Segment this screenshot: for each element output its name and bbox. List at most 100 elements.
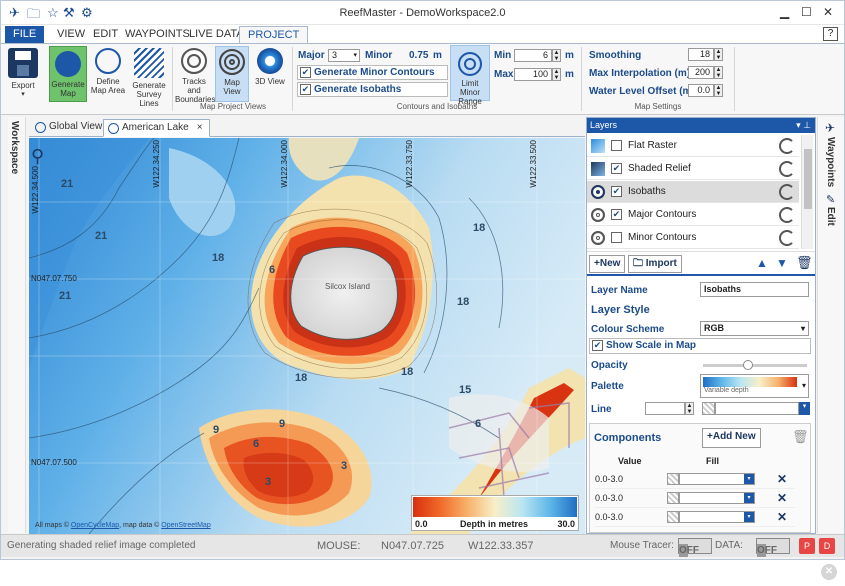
remove-component-icon[interactable]: ✕ bbox=[777, 508, 787, 527]
target-arrow-icon bbox=[95, 48, 121, 74]
max-spinner[interactable]: ▲ ▼ bbox=[552, 68, 561, 81]
fill-select[interactable]: ▾ bbox=[679, 492, 755, 504]
layer-row-flat-raster[interactable]: Flat Raster bbox=[587, 135, 799, 157]
move-up-icon[interactable]: ▲ bbox=[756, 256, 768, 270]
major-select[interactable]: 3 ▾ bbox=[328, 49, 360, 62]
mouse-lon: W122.33.357 bbox=[468, 540, 534, 552]
layer-checkbox[interactable] bbox=[611, 232, 622, 243]
import-layer-button[interactable]: 🗀 Import bbox=[628, 255, 682, 273]
limit-minor-range-button[interactable]: Limit Minor Range bbox=[450, 45, 490, 106]
colour-scheme-select[interactable]: RGB ▾ bbox=[700, 321, 809, 336]
generate-survey-lines-button[interactable]: Generate Survey Lines bbox=[129, 46, 169, 108]
water-offset-input[interactable]: 0.0 bbox=[688, 84, 714, 97]
layer-row-minor-contours[interactable]: Minor Contours bbox=[587, 227, 799, 249]
generate-minor-contours-checkbox[interactable]: ✔ Generate Minor Contours bbox=[297, 65, 448, 80]
mouse-tracer-toggle[interactable]: OFF bbox=[678, 538, 712, 557]
fill-swatch[interactable] bbox=[667, 492, 679, 504]
new-layer-button[interactable]: +New bbox=[589, 255, 626, 273]
opencyclemap-link[interactable]: OpenCycleMap bbox=[71, 522, 119, 529]
menu-file[interactable]: FILE bbox=[5, 26, 45, 43]
bathymetry-map[interactable] bbox=[29, 138, 585, 534]
layer-checkbox[interactable] bbox=[611, 140, 622, 151]
export-button[interactable]: Export ▾ bbox=[6, 46, 40, 102]
line-style-dropdown[interactable]: ▾ bbox=[799, 402, 810, 415]
layers-scrollbar[interactable] bbox=[801, 135, 813, 249]
max-input[interactable]: 100 bbox=[514, 68, 552, 81]
move-down-icon[interactable]: ▼ bbox=[776, 256, 788, 270]
remove-component-icon[interactable]: ✕ bbox=[777, 489, 787, 508]
layer-row-shaded-relief[interactable]: ✔ Shaded Relief bbox=[587, 158, 799, 180]
refresh-icon[interactable] bbox=[779, 161, 795, 177]
workspace-strip[interactable]: Workspace bbox=[8, 117, 26, 533]
line-style-select[interactable] bbox=[715, 402, 799, 415]
menu-project[interactable]: PROJECT bbox=[239, 26, 309, 43]
max-interpolation-input[interactable]: 200 bbox=[688, 66, 714, 79]
tab-american-lake[interactable]: American Lake × bbox=[103, 119, 210, 137]
delete-component-icon[interactable]: 🗑 bbox=[792, 429, 809, 445]
close-circle-icon[interactable]: ✕ bbox=[821, 564, 837, 580]
tracks-icon bbox=[181, 48, 207, 74]
generate-isobaths-checkbox[interactable]: ✔ Generate Isobaths bbox=[297, 82, 448, 97]
fill-select[interactable]: ▾ bbox=[679, 511, 755, 523]
edit-tab[interactable]: Edit bbox=[825, 207, 836, 226]
define-map-area-button[interactable]: Define Map Area bbox=[89, 46, 127, 102]
opacity-slider-thumb[interactable] bbox=[743, 360, 753, 370]
tab-global-view[interactable]: Global View bbox=[31, 119, 108, 137]
panel-pin-icon[interactable]: ▾ ⊥ bbox=[796, 118, 811, 133]
fill-select[interactable]: ▾ bbox=[679, 473, 755, 485]
generate-map-button[interactable]: Generate Map bbox=[49, 46, 87, 102]
line-width-spinner[interactable]: ▲ ▼ bbox=[685, 402, 694, 415]
component-row[interactable]: 0.0-3.0 ▾ ✕ bbox=[595, 470, 795, 489]
minor-value: 0.75 bbox=[409, 50, 429, 61]
min-spinner[interactable]: ▲ ▼ bbox=[552, 49, 561, 62]
layer-checkbox[interactable]: ✔ bbox=[611, 163, 622, 174]
water-offset-spinner[interactable]: ▲ ▼ bbox=[714, 84, 723, 97]
refresh-icon[interactable] bbox=[779, 138, 795, 154]
refresh-icon[interactable] bbox=[779, 230, 795, 246]
depth-label: 18 bbox=[401, 366, 414, 378]
waypoints-tab[interactable]: Waypoints bbox=[825, 137, 836, 187]
line-color-swatch[interactable] bbox=[702, 402, 715, 415]
map-view-button[interactable]: Map View bbox=[215, 46, 249, 102]
maximize-button[interactable]: ☐ bbox=[801, 5, 812, 19]
layer-checkbox[interactable]: ✔ bbox=[611, 186, 622, 197]
smoothing-input[interactable]: 18 bbox=[688, 48, 714, 61]
layer-row-isobaths[interactable]: ✔ Isobaths bbox=[587, 181, 799, 203]
line-width-input[interactable] bbox=[645, 402, 685, 415]
record-d-icon[interactable]: D bbox=[819, 538, 835, 554]
map-canvas[interactable]: W122.34.500 W122.34.250 W122.34.000 W122… bbox=[29, 138, 585, 534]
fill-swatch[interactable] bbox=[667, 473, 679, 485]
refresh-icon[interactable] bbox=[779, 207, 795, 223]
layers-header: Layers ▾ ⊥ bbox=[587, 118, 815, 133]
delete-icon[interactable]: 🗑 bbox=[796, 255, 813, 271]
record-p-icon[interactable]: P bbox=[799, 538, 815, 554]
layer-name-input[interactable]: Isobaths bbox=[700, 282, 809, 297]
layer-row-major-contours[interactable]: ✔ Major Contours bbox=[587, 204, 799, 226]
refresh-icon[interactable] bbox=[779, 184, 795, 200]
component-row[interactable]: 0.0-3.0 ▾ ✕ bbox=[595, 489, 795, 508]
layer-checkbox[interactable]: ✔ bbox=[611, 209, 622, 220]
data-toggle[interactable]: OFF bbox=[756, 538, 790, 557]
help-button[interactable]: ? bbox=[823, 27, 838, 41]
add-new-button[interactable]: +Add New bbox=[702, 428, 761, 448]
app-window: ✈ 🗀 ☆ ⚒ ⚙ ReefMaster - DemoWorkspace2.0 … bbox=[0, 0, 845, 560]
tracks-and-boundaries-button[interactable]: Tracks and Boundaries bbox=[175, 46, 215, 104]
3d-view-button[interactable]: 3D View bbox=[251, 46, 289, 102]
colour-scheme-label: Colour Scheme bbox=[591, 324, 665, 335]
legend-max: 30.0 bbox=[557, 519, 575, 529]
remove-component-icon[interactable]: ✕ bbox=[777, 470, 787, 489]
opacity-slider[interactable] bbox=[703, 360, 807, 370]
close-button[interactable]: ✕ bbox=[823, 5, 833, 19]
palette-select[interactable]: Variable depth ▾ bbox=[700, 374, 809, 398]
openstreetmap-link[interactable]: OpenStreetMap bbox=[161, 522, 210, 529]
min-input[interactable]: 6 bbox=[514, 49, 552, 62]
minimize-button[interactable]: ▁ bbox=[780, 5, 789, 19]
map-tools-icon[interactable]: ⚲ bbox=[31, 146, 44, 167]
max-interpolation-spinner[interactable]: ▲ ▼ bbox=[714, 66, 723, 79]
component-row[interactable]: 0.0-3.0 ▾ ✕ bbox=[595, 508, 795, 527]
smoothing-spinner[interactable]: ▲ ▼ bbox=[714, 48, 723, 61]
tab-close-icon[interactable]: × bbox=[197, 122, 203, 133]
show-scale-checkbox[interactable]: ✔ Show Scale in Map bbox=[589, 338, 811, 354]
fill-swatch[interactable] bbox=[667, 511, 679, 523]
min-unit: m bbox=[565, 50, 574, 61]
